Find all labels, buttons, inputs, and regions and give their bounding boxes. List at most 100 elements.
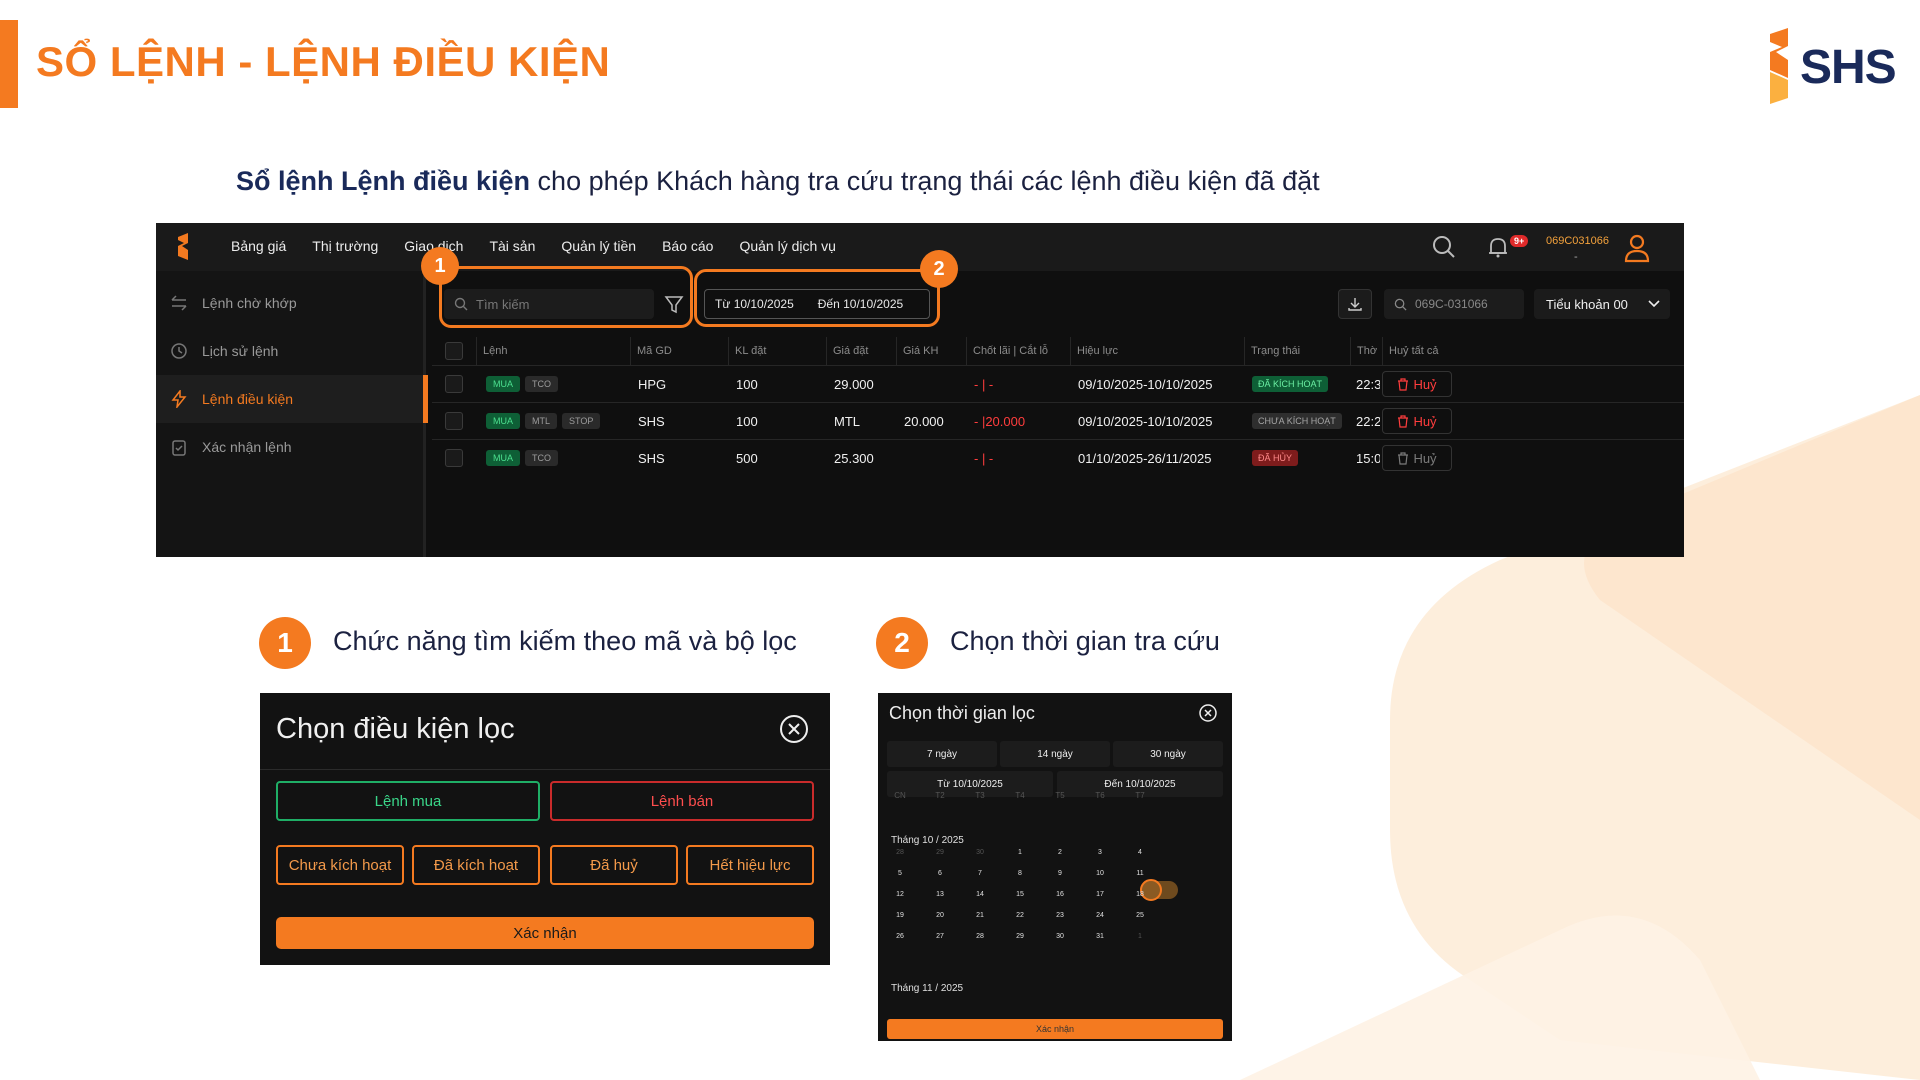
nav-quan-ly-dich-vu[interactable]: Quản lý dịch vụ [739,238,836,254]
filter-cancelled-button[interactable]: Đã huỷ [550,845,678,885]
bell-icon[interactable] [1486,235,1510,259]
calendar-day[interactable]: 27 [930,933,950,940]
subaccount-select[interactable]: Tiểu khoản 00 [1534,289,1670,319]
cancel-cell: Huỷ [1382,403,1452,439]
cancel-order-button[interactable]: Huỷ [1382,445,1452,471]
filter-activated-button[interactable]: Đã kích hoạt [412,845,540,885]
filter-not-activated-button[interactable]: Chưa kích hoạt [276,845,404,885]
filter-expired-button[interactable]: Hết hiệu lực [686,845,814,885]
calendar-day[interactable]: 18 [1130,891,1150,898]
calendar-day[interactable]: 10 [1090,870,1110,877]
calendar-day[interactable]: 26 [890,933,910,940]
calendar-day[interactable]: 7 [970,870,990,877]
app-logo-icon [178,233,188,260]
calendar-day[interactable]: 28 [970,933,990,940]
close-icon[interactable] [778,713,810,745]
calendar-day[interactable]: 1 [1010,849,1030,856]
user-icon[interactable] [1624,233,1650,263]
calendar-day[interactable]: 25 [1130,912,1150,919]
preset-7-days[interactable]: 7 ngày [887,741,997,767]
calendar-day[interactable]: 17 [1090,891,1110,898]
calendar-day[interactable]: 14 [970,891,990,898]
calendar-day[interactable]: 16 [1050,891,1070,898]
table-row[interactable]: MUA TCO SHS 500 25.300 - | - 01/10/2025-26/11/… [432,439,1684,476]
row-checkbox-cell[interactable] [445,403,463,439]
nav-thi-truong[interactable]: Thị trường [312,238,378,254]
price-cell: 29.000 [834,376,874,392]
calendar-day[interactable]: 28 [890,849,910,856]
filter-confirm-button[interactable]: Xác nhận [276,917,814,949]
sidebar: Lệnh chờ khớp Lịch sử lệnh Lệnh điều kiệ… [156,271,426,557]
feature-number-1: 1 [259,617,311,669]
row-checkbox[interactable] [445,449,463,467]
search-icon[interactable] [1432,235,1456,259]
calendar-day[interactable]: 3 [1090,849,1110,856]
filter-sell-button[interactable]: Lệnh bán [550,781,814,821]
calendar-day[interactable]: 20 [930,912,950,919]
callout-ring-2 [694,269,940,327]
subtitle-rest: cho phép Khách hàng tra cứu trạng thái c… [530,166,1320,196]
header-chot-lai: Chốt lãi | Cắt lỗ [966,337,1070,365]
nav-tai-san[interactable]: Tài sản [489,238,535,254]
quantity-cell: 100 [736,413,758,429]
row-checkbox-cell[interactable] [445,366,463,402]
weekday-label: T4 [1015,791,1025,800]
row-checkbox[interactable] [445,412,463,430]
feature-label-1: Chức năng tìm kiếm theo mã và bộ lọc [333,626,797,656]
download-button[interactable] [1338,289,1372,319]
calendar-day[interactable]: 31 [1090,933,1110,940]
calendar-day[interactable]: 1 [1130,933,1150,940]
sidebar-item-lenh-cho-khop[interactable]: Lệnh chờ khớp [156,279,426,327]
calendar-day[interactable]: 2 [1050,849,1070,856]
calendar-day[interactable]: 9 [1050,870,1070,877]
calendar-day[interactable]: 22 [1010,912,1030,919]
cancel-label: Huỷ [1413,376,1437,392]
calendar-day[interactable]: 12 [890,891,910,898]
calendar-day[interactable]: 19 [890,912,910,919]
calendar-day[interactable]: 29 [930,849,950,856]
row-checkbox-cell[interactable] [445,440,463,476]
sidebar-item-xac-nhan-lenh[interactable]: Xác nhận lệnh [156,423,426,471]
calendar-day[interactable]: 4 [1130,849,1150,856]
preset-30-days[interactable]: 30 ngày [1113,741,1223,767]
status-cell: CHƯA KÍCH HOẠT [1252,403,1342,439]
preset-14-days[interactable]: 14 ngày [1000,741,1110,767]
filter-buy-button[interactable]: Lệnh mua [276,781,540,821]
cancel-order-button[interactable]: Huỷ [1382,408,1452,434]
calendar-day[interactable]: 6 [930,870,950,877]
filter-modal: Chọn điều kiện lọc Lệnh mua Lệnh bán Chư… [260,693,830,965]
calendar-day[interactable]: 5 [890,870,910,877]
header-huy-tat-ca[interactable]: Huỷ tất cả [1382,337,1454,365]
subtitle-bold: Sổ lệnh Lệnh điều kiện [236,166,531,196]
calendar-day[interactable]: 15 [1010,891,1030,898]
cancel-order-button[interactable]: Huỷ [1382,371,1452,397]
time-cell: 22:3 [1356,376,1380,392]
calendar-day[interactable]: 24 [1090,912,1110,919]
account-search-input[interactable]: 069C-031066 [1384,289,1524,319]
calendar-day[interactable]: 8 [1010,870,1030,877]
table-row[interactable]: MUA MTL STOP SHS 100 MTL 20.000- | 20.000 09/10… [432,402,1684,439]
calendar-day[interactable]: 11 [1130,870,1150,877]
calendar-day[interactable]: 30 [1050,933,1070,940]
date-confirm-button[interactable]: Xác nhận [887,1019,1223,1039]
sidebar-item-lich-su-lenh[interactable]: Lịch sử lệnh [156,327,426,375]
sidebar-item-lenh-dieu-kien[interactable]: Lệnh điều kiện [156,375,426,423]
weekday-label: T5 [1055,791,1065,800]
calendar-day[interactable]: 29 [1010,933,1030,940]
header-select-all[interactable] [432,337,476,365]
nav-quan-ly-tien[interactable]: Quản lý tiền [561,238,636,254]
calendar-day[interactable]: 13 [930,891,950,898]
row-checkbox[interactable] [445,375,463,393]
calendar-day[interactable]: 30 [970,849,990,856]
nav-bang-gia[interactable]: Bảng giá [231,238,286,254]
table-row[interactable]: MUA TCO HPG 100 29.000 - | - 09/10/2025-10/10/… [432,365,1684,402]
calendar-month-october: Tháng 10 / 2025 [891,835,964,846]
calendar-day[interactable]: 23 [1050,912,1070,919]
filter-modal-title: Chọn điều kiện lọc [276,713,515,745]
table-header: Lệnh Mã GD KL đặt Giá đặt Giá KH Chốt lã… [432,337,1684,365]
close-icon[interactable] [1198,703,1218,723]
validity-cell: 01/10/2025-26/11/2025 [1078,450,1212,466]
calendar-day[interactable]: 21 [970,912,990,919]
nav-bao-cao[interactable]: Báo cáo [662,238,713,254]
select-all-checkbox[interactable] [445,342,463,360]
